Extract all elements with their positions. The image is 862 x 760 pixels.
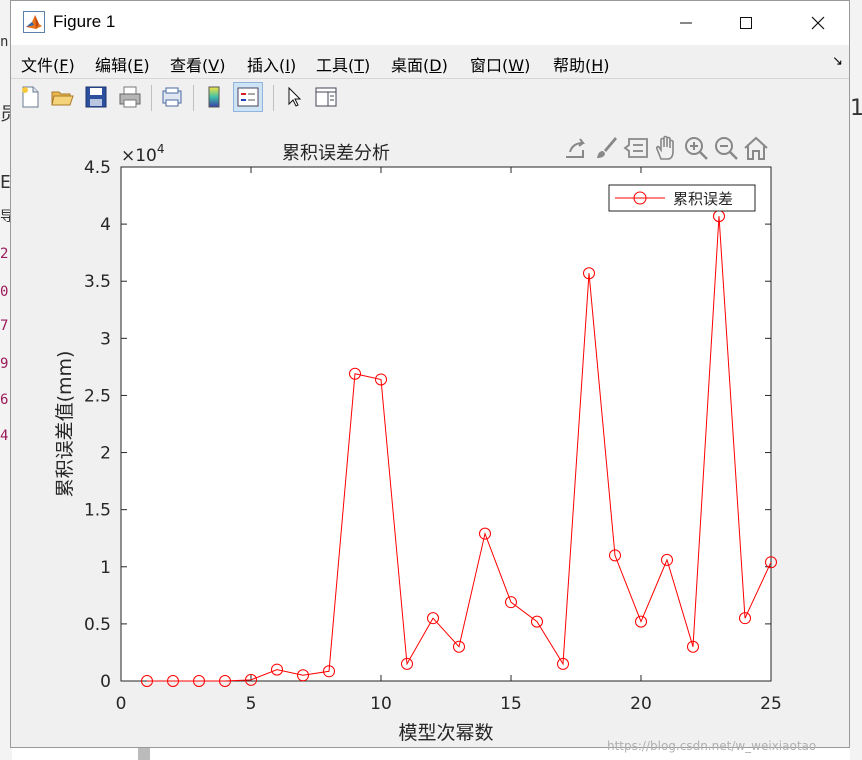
pan-icon[interactable]	[653, 135, 679, 161]
figure-canvas[interactable]: 0 0.5 1 1.5 2 2.5 3 3.5 4 4.5 0 5 10 15 20 25 ×104 累积误…	[11, 117, 849, 753]
axes-toolbar	[563, 135, 769, 161]
new-figure-button[interactable]	[15, 82, 45, 112]
pointer-icon	[288, 86, 302, 107]
menu-dock-arrow-icon[interactable]: ↘	[832, 54, 843, 69]
background-text: 1	[850, 96, 862, 121]
y-tick-label: 4	[100, 215, 111, 235]
home-icon[interactable]	[743, 135, 769, 161]
menu-insert[interactable]: 插入(I)	[247, 52, 296, 76]
toolbar-separator	[273, 85, 274, 111]
menu-help[interactable]: 帮助(H)	[553, 52, 610, 76]
figure-toolbar	[11, 78, 849, 118]
colorbar-icon	[208, 86, 220, 108]
open-file-button[interactable]	[47, 82, 77, 112]
matlab-logo-icon	[23, 11, 45, 33]
menu-bar: 文件(F) 编辑(E) 查看(V) 插入(I) 工具(T) 桌面(D) 窗口(W…	[11, 45, 849, 77]
y-axis-label: 累积误差值(mm)	[54, 351, 76, 498]
background-scroll-corner	[138, 748, 150, 760]
data-tips-icon[interactable]	[623, 135, 649, 161]
colorbar-button[interactable]	[199, 82, 229, 112]
legend-icon	[237, 87, 259, 107]
maximize-icon	[740, 17, 752, 29]
x-tick-label: 5	[246, 694, 257, 714]
x-tick-label: 15	[500, 694, 522, 714]
legend-entry-label: 累积误差	[673, 190, 733, 208]
y-tick-label: 0.5	[84, 615, 111, 635]
y-tick-label: 0	[100, 672, 111, 692]
print-icon	[119, 86, 141, 108]
legend-button[interactable]	[233, 82, 263, 112]
property-editor-icon	[315, 87, 337, 107]
y-tick-label: 2	[100, 444, 111, 464]
minimize-button[interactable]	[663, 1, 709, 45]
menu-file[interactable]: 文件(F)	[21, 52, 75, 76]
zoom-out-icon[interactable]	[713, 135, 739, 161]
window-title: Figure 1	[53, 12, 116, 31]
menu-view[interactable]: 查看(V)	[170, 52, 225, 76]
brush-icon[interactable]	[593, 135, 619, 161]
line-chart: 0 0.5 1 1.5 2 2.5 3 3.5 4 4.5 0 5 10 15 20 25 ×104 累积误…	[54, 135, 782, 744]
open-file-icon	[51, 91, 74, 106]
pointer-button[interactable]	[279, 82, 309, 112]
print-button[interactable]	[115, 82, 145, 112]
new-figure-icon	[22, 86, 39, 108]
axes-box	[120, 166, 772, 682]
menu-desktop[interactable]: 桌面(D)	[391, 52, 448, 76]
x-axis-label: 模型次幂数	[398, 722, 493, 744]
y-tick-label: 2.5	[84, 386, 111, 406]
title-bar[interactable]: Figure 1	[11, 1, 849, 45]
y-tick-label: 1.5	[84, 501, 111, 521]
y-tick-label: 3	[100, 329, 111, 349]
save-button[interactable]	[81, 82, 111, 112]
y-tick-label: 3.5	[84, 272, 111, 292]
x-tick-label: 10	[370, 694, 392, 714]
y-exponent-label: ×104	[121, 142, 165, 166]
x-tick-label: 0	[116, 694, 127, 714]
property-editor-button[interactable]	[311, 82, 341, 112]
menu-tools[interactable]: 工具(T)	[316, 52, 370, 76]
close-button[interactable]	[795, 1, 841, 45]
y-tick-label: 1	[100, 558, 111, 578]
close-icon	[811, 16, 825, 30]
legend[interactable]: 累积误差	[608, 184, 756, 212]
toolbar-separator	[151, 85, 152, 111]
menu-window[interactable]: 窗口(W)	[470, 52, 530, 76]
maximize-button[interactable]	[723, 1, 769, 45]
print-preview-button[interactable]	[157, 82, 187, 112]
toolbar-separator	[193, 85, 194, 111]
x-tick-label: 20	[630, 694, 652, 714]
zoom-in-icon[interactable]	[683, 135, 709, 161]
menu-edit[interactable]: 编辑(E)	[95, 52, 150, 76]
figure-window: Figure 1 文件(F) 编辑(E) 查看(V) 插入(I) 工具(T) 桌…	[10, 0, 850, 753]
chart-title: 累积误差分析	[282, 143, 390, 164]
export-icon[interactable]	[563, 135, 589, 161]
watermark-url: https://blog.csdn.net/w_weixiaotao	[607, 739, 817, 753]
x-tick-label: 25	[760, 694, 782, 714]
print-preview-icon	[162, 87, 182, 107]
y-tick-label: 4.5	[84, 158, 111, 178]
minimize-icon	[680, 22, 692, 24]
save-icon	[85, 86, 107, 108]
